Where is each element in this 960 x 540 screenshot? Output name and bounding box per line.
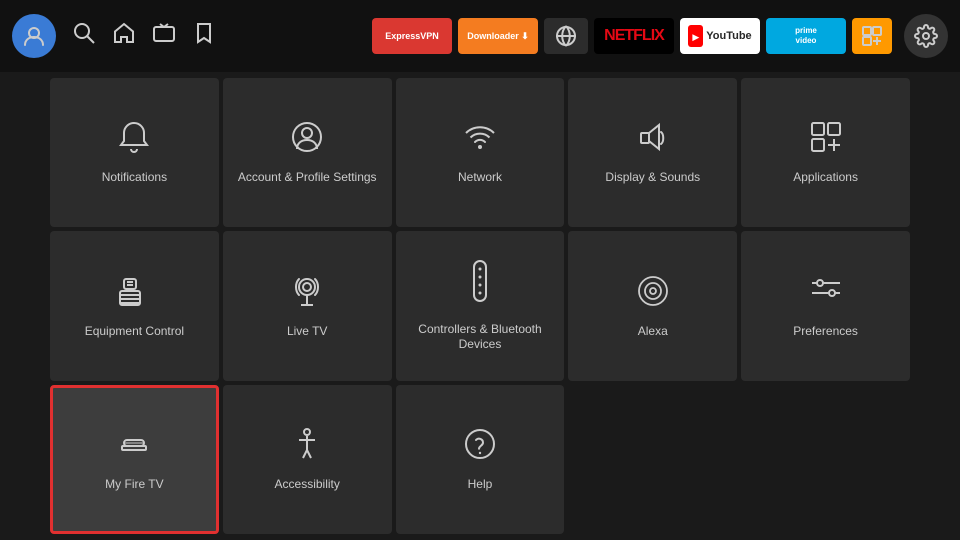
tv-icon[interactable]: [152, 21, 176, 51]
my-fire-tv-tile[interactable]: My Fire TV: [50, 385, 219, 534]
tv-remote-icon: [116, 273, 152, 314]
netflix-button[interactable]: NETFLIX: [594, 18, 674, 54]
controllers-bluetooth-tile[interactable]: Controllers & Bluetooth Devices: [396, 231, 565, 380]
alexa-label: Alexa: [638, 324, 668, 340]
equipment-control-tile[interactable]: Equipment Control: [50, 231, 219, 380]
applications-tile[interactable]: Applications: [741, 78, 910, 227]
person-circle-icon: [289, 119, 325, 160]
prime-video-button[interactable]: primevideo: [766, 18, 846, 54]
notifications-tile[interactable]: Notifications: [50, 78, 219, 227]
network-tile[interactable]: Network: [396, 78, 565, 227]
search-icon[interactable]: [72, 21, 96, 51]
downloader-label: Downloader ⬇: [467, 31, 529, 42]
prime-label: primevideo: [795, 26, 817, 45]
generic-app-button[interactable]: [544, 18, 588, 54]
live-tv-tile[interactable]: Live TV: [223, 231, 392, 380]
sliders-icon: [808, 273, 844, 314]
squares-button[interactable]: [852, 18, 892, 54]
alexa-tile[interactable]: Alexa: [568, 231, 737, 380]
display-sounds-label: Display & Sounds: [605, 170, 700, 186]
equipment-control-label: Equipment Control: [85, 324, 184, 340]
accessibility-tile[interactable]: Accessibility: [223, 385, 392, 534]
live-tv-label: Live TV: [287, 324, 327, 340]
fire-remote-icon: [116, 426, 152, 467]
app-shortcuts: ExpressVPN Downloader ⬇ NETFLIX ▶ YouTub…: [372, 18, 892, 54]
top-nav: ExpressVPN Downloader ⬇ NETFLIX ▶ YouTub…: [0, 0, 960, 72]
account-profile-label: Account & Profile Settings: [238, 170, 377, 186]
bell-icon: [116, 119, 152, 160]
accessibility-label: Accessibility: [275, 477, 340, 493]
expressvpn-label: ExpressVPN: [385, 31, 439, 41]
help-label: Help: [468, 477, 493, 493]
preferences-tile[interactable]: Preferences: [741, 231, 910, 380]
preferences-label: Preferences: [793, 324, 858, 340]
notifications-label: Notifications: [102, 170, 167, 186]
netflix-label: NETFLIX: [604, 27, 664, 45]
avatar[interactable]: [12, 14, 56, 58]
help-icon: [462, 426, 498, 467]
applications-label: Applications: [793, 170, 858, 186]
youtube-button[interactable]: ▶ YouTube: [680, 18, 760, 54]
my-fire-tv-label: My Fire TV: [105, 477, 163, 493]
alexa-icon: [635, 273, 671, 314]
speaker-icon: [635, 119, 671, 160]
settings-grid: Notifications Account & Profile Settings…: [0, 72, 960, 540]
accessibility-icon: [289, 426, 325, 467]
downloader-button[interactable]: Downloader ⬇: [458, 18, 538, 54]
display-sounds-tile[interactable]: Display & Sounds: [568, 78, 737, 227]
home-icon[interactable]: [112, 21, 136, 51]
expressvpn-button[interactable]: ExpressVPN: [372, 18, 452, 54]
controller-icon: [464, 259, 496, 312]
wifi-icon: [462, 119, 498, 160]
settings-button[interactable]: [904, 14, 948, 58]
apps-icon: [808, 119, 844, 160]
help-tile[interactable]: Help: [396, 385, 565, 534]
youtube-label: YouTube: [706, 30, 751, 42]
nav-left: [12, 14, 216, 58]
bookmark-icon[interactable]: [192, 21, 216, 51]
youtube-play-icon: ▶: [688, 25, 703, 47]
empty-cell-1: [568, 385, 737, 534]
account-profile-tile[interactable]: Account & Profile Settings: [223, 78, 392, 227]
controllers-bluetooth-label: Controllers & Bluetooth Devices: [408, 322, 553, 353]
empty-cell-2: [741, 385, 910, 534]
network-label: Network: [458, 170, 502, 186]
antenna-icon: [289, 273, 325, 314]
